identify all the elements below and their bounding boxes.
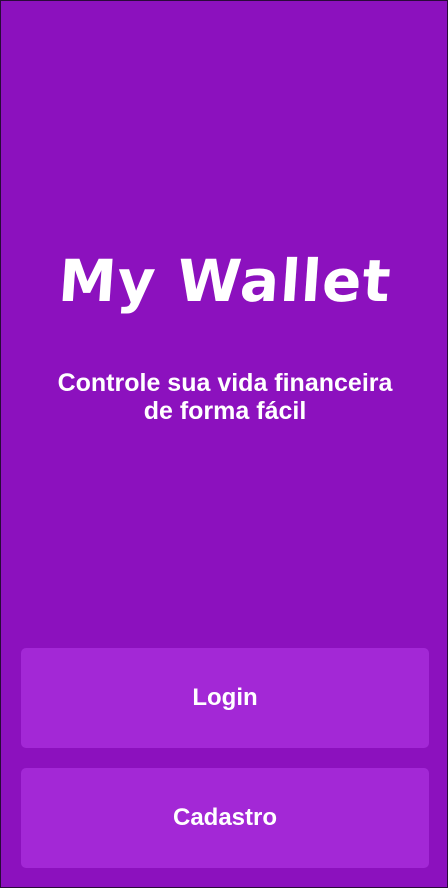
app-logo: My Wallet [56,247,394,315]
login-button-label: Login [192,684,258,711]
signup-button[interactable]: Cadastro [21,768,429,868]
tagline-line-1: Controle sua vida financeira [57,369,393,397]
tagline: Controle sua vida financeira de forma fá… [21,369,429,425]
signup-button-label: Cadastro [172,804,278,831]
tagline-line-2: de forma fácil [143,397,307,425]
welcome-screen: My Wallet Controle sua vida financeira d… [0,0,448,888]
login-button[interactable]: Login [21,648,429,748]
